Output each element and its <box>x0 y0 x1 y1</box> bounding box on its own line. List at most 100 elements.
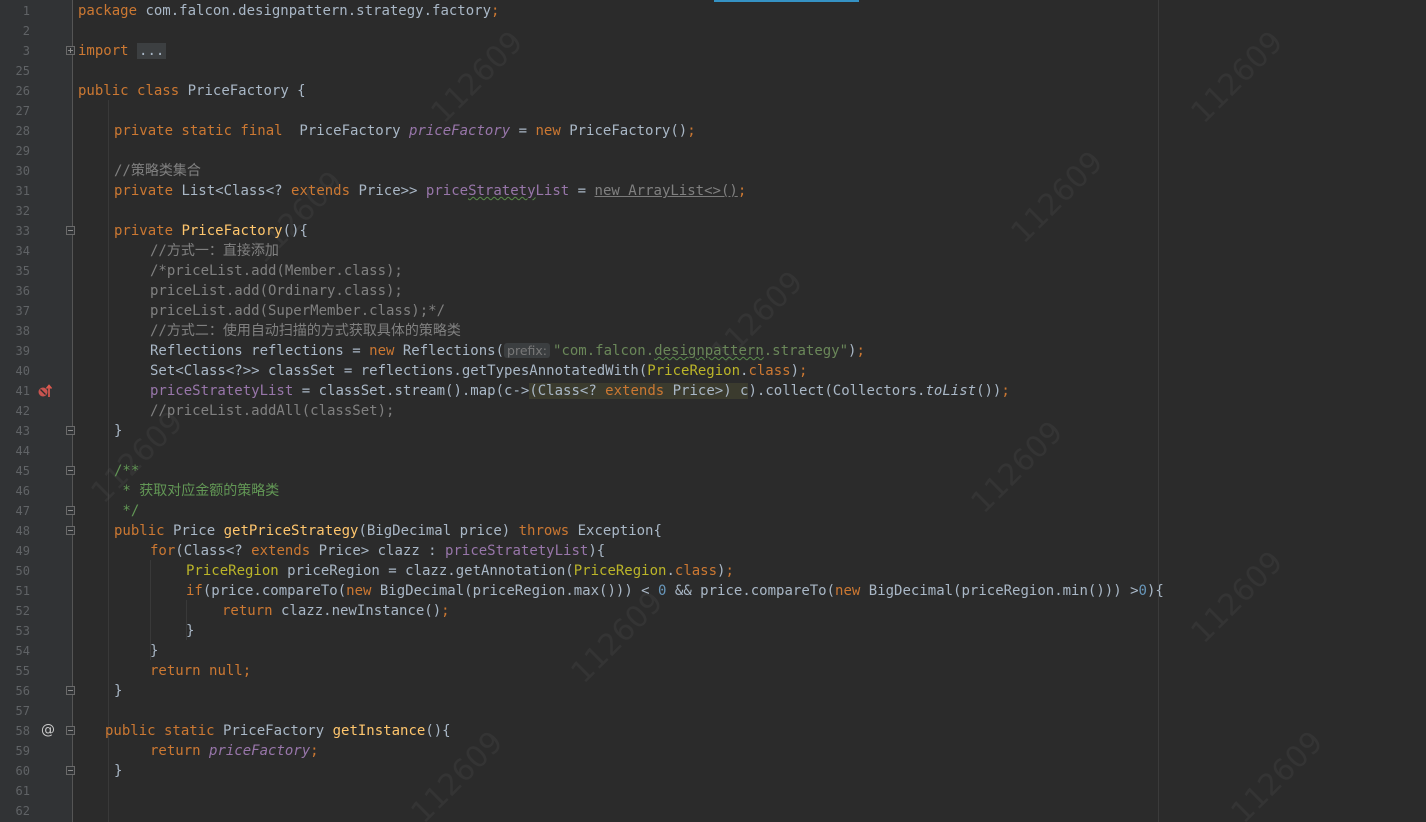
cast-text: (Class<? <box>529 383 606 399</box>
field-name-typo: Stratety <box>468 183 536 199</box>
code-line-javadoc[interactable]: * 获取对应金额的策略类 <box>114 481 279 501</box>
code-line-comment[interactable]: /*priceList.add(Member.class); <box>150 261 403 281</box>
annotation-at-icon[interactable]: @ <box>41 722 55 738</box>
fold-collapse-icon[interactable] <box>66 426 75 435</box>
code-line-for[interactable]: for(Class<? extends Price> clazz : price… <box>150 541 605 561</box>
field-name: priceFactory <box>209 743 311 759</box>
code-text: BigDecimal(priceRegion.min())) > <box>860 583 1139 599</box>
code-line-brace[interactable]: } <box>186 621 194 641</box>
field-name: List <box>535 183 570 199</box>
redundant-expression: new ArrayList<>() <box>594 183 738 199</box>
method-name: getPriceStrategy <box>223 523 359 539</box>
line-number: 2 <box>22 24 30 38</box>
semicolon: ; <box>799 363 808 379</box>
code-line-brace[interactable]: } <box>114 761 122 781</box>
keyword: class <box>137 83 180 99</box>
code-line-method-decl[interactable]: public Price getPriceStrategy(BigDecimal… <box>114 521 662 541</box>
type: Price <box>164 523 224 539</box>
code-line-class-decl[interactable]: public class PriceFactory { <box>78 81 306 101</box>
code-line-javadoc[interactable]: /** <box>114 461 139 481</box>
breakpoint-override-icon[interactable] <box>37 383 53 404</box>
folded-imports[interactable]: ... <box>137 43 167 59</box>
code-line-brace[interactable]: } <box>114 421 122 441</box>
keyword: extends <box>605 383 665 399</box>
keyword: private <box>114 223 174 239</box>
brace: } <box>114 763 123 779</box>
code-line-if[interactable]: if(price.compareTo(new BigDecimal(priceR… <box>186 581 1164 601</box>
code-text: ()) <box>976 383 1002 399</box>
editor-gutter[interactable]: 1 2 3 25 26 27 28 29 30 31 32 33 34 35 3… <box>0 0 73 822</box>
comment: //方式二：使用自动扫描的方式获取具体的策略类 <box>150 323 461 339</box>
type: PriceFactory <box>214 723 333 739</box>
line-number: 1 <box>22 4 30 18</box>
fold-expand-icon[interactable] <box>66 46 75 55</box>
code-text: (price.compareTo( <box>202 583 347 599</box>
keyword: if <box>186 583 203 599</box>
code-line-comment[interactable]: priceList.add(Ordinary.class); <box>150 281 403 301</box>
code-line-return-instance[interactable]: return priceFactory; <box>150 741 319 761</box>
code-line-field-instance[interactable]: private static final PriceFactory priceF… <box>114 121 696 141</box>
line-number: 52 <box>15 604 30 618</box>
line-number: 39 <box>15 344 30 358</box>
fold-collapse-icon[interactable] <box>66 526 75 535</box>
watermark: 112609 <box>424 25 530 131</box>
punctuation: ) <box>790 363 800 379</box>
semicolon: ; <box>1001 383 1010 399</box>
punctuation: (){ <box>282 223 308 239</box>
code-text: Exception{ <box>569 523 662 539</box>
code-text: ){ <box>1146 583 1164 599</box>
line-number: 45 <box>15 464 30 478</box>
code-line-get-instance[interactable]: public static PriceFactory getInstance()… <box>105 721 451 741</box>
code-line-stream-map[interactable]: priceStratetyList = classSet.stream().ma… <box>150 381 1010 401</box>
fold-collapse-icon[interactable] <box>66 226 75 235</box>
code-line-brace[interactable]: } <box>114 681 122 701</box>
code-line-annotation[interactable]: PriceRegion priceRegion = clazz.getAnnot… <box>186 561 734 581</box>
parameter-hint: prefix: <box>504 343 551 358</box>
line-number: 29 <box>15 144 30 158</box>
code-line-comment[interactable]: //方式一：直接添加 <box>150 241 279 261</box>
code-line-reflections[interactable]: Reflections reflections = new Reflection… <box>150 341 865 361</box>
code-line-comment[interactable]: //策略类集合 <box>114 161 201 181</box>
operator: = <box>510 123 536 139</box>
keyword: package <box>78 3 138 19</box>
code-line-constructor[interactable]: private PriceFactory(){ <box>114 221 308 241</box>
fold-collapse-icon[interactable] <box>66 506 75 515</box>
keyword: private <box>114 183 174 199</box>
line-number: 46 <box>15 484 30 498</box>
fold-collapse-icon[interactable] <box>66 686 75 695</box>
field-name: priceFactory <box>409 123 511 139</box>
keyword: private static final <box>114 123 283 139</box>
params: (BigDecimal price) <box>358 523 519 539</box>
code-line-comment[interactable]: //priceList.addAll(classSet); <box>150 401 394 421</box>
line-number: 25 <box>15 64 30 78</box>
code-line-classset[interactable]: Set<Class<?>> classSet = reflections.get… <box>150 361 807 381</box>
code-line-return-null[interactable]: return null; <box>150 661 251 681</box>
semicolon: ; <box>310 743 319 759</box>
code-text: (Class<? <box>175 543 252 559</box>
semicolon: ; <box>737 183 747 199</box>
fold-collapse-icon[interactable] <box>66 766 75 775</box>
semicolon: ; <box>242 663 252 679</box>
comment: //priceList.addAll(classSet); <box>150 403 395 419</box>
code-line-javadoc[interactable]: */ <box>114 501 139 521</box>
code-line-package[interactable]: package com.falcon.designpattern.strateg… <box>78 1 499 21</box>
fold-collapse-icon[interactable] <box>66 466 75 475</box>
line-number: 35 <box>15 264 30 278</box>
line-number: 34 <box>15 244 30 258</box>
code-line-return[interactable]: return clazz.newInstance(); <box>222 601 450 621</box>
fold-collapse-icon[interactable] <box>66 726 75 735</box>
line-number: 30 <box>15 164 30 178</box>
code-line-comment[interactable]: //方式二：使用自动扫描的方式获取具体的策略类 <box>150 321 461 341</box>
code-line-comment[interactable]: priceList.add(SuperMember.class);*/ <box>150 301 445 321</box>
code-line-brace[interactable]: } <box>150 641 158 661</box>
comment: /*priceList.add(Member.class); <box>150 263 403 279</box>
annotation-name: PriceRegion <box>647 363 741 379</box>
code-line-import[interactable]: import ... <box>78 41 167 61</box>
code-line-field-list[interactable]: private List<Class<? extends Price>> pri… <box>114 181 746 201</box>
code-editor[interactable]: 1 2 3 25 26 27 28 29 30 31 32 33 34 35 3… <box>0 0 1426 822</box>
active-tab-indicator <box>714 0 859 2</box>
brace: } <box>150 643 159 659</box>
field-name: priceStratetyList <box>150 383 294 399</box>
line-number: 3 <box>22 44 30 58</box>
